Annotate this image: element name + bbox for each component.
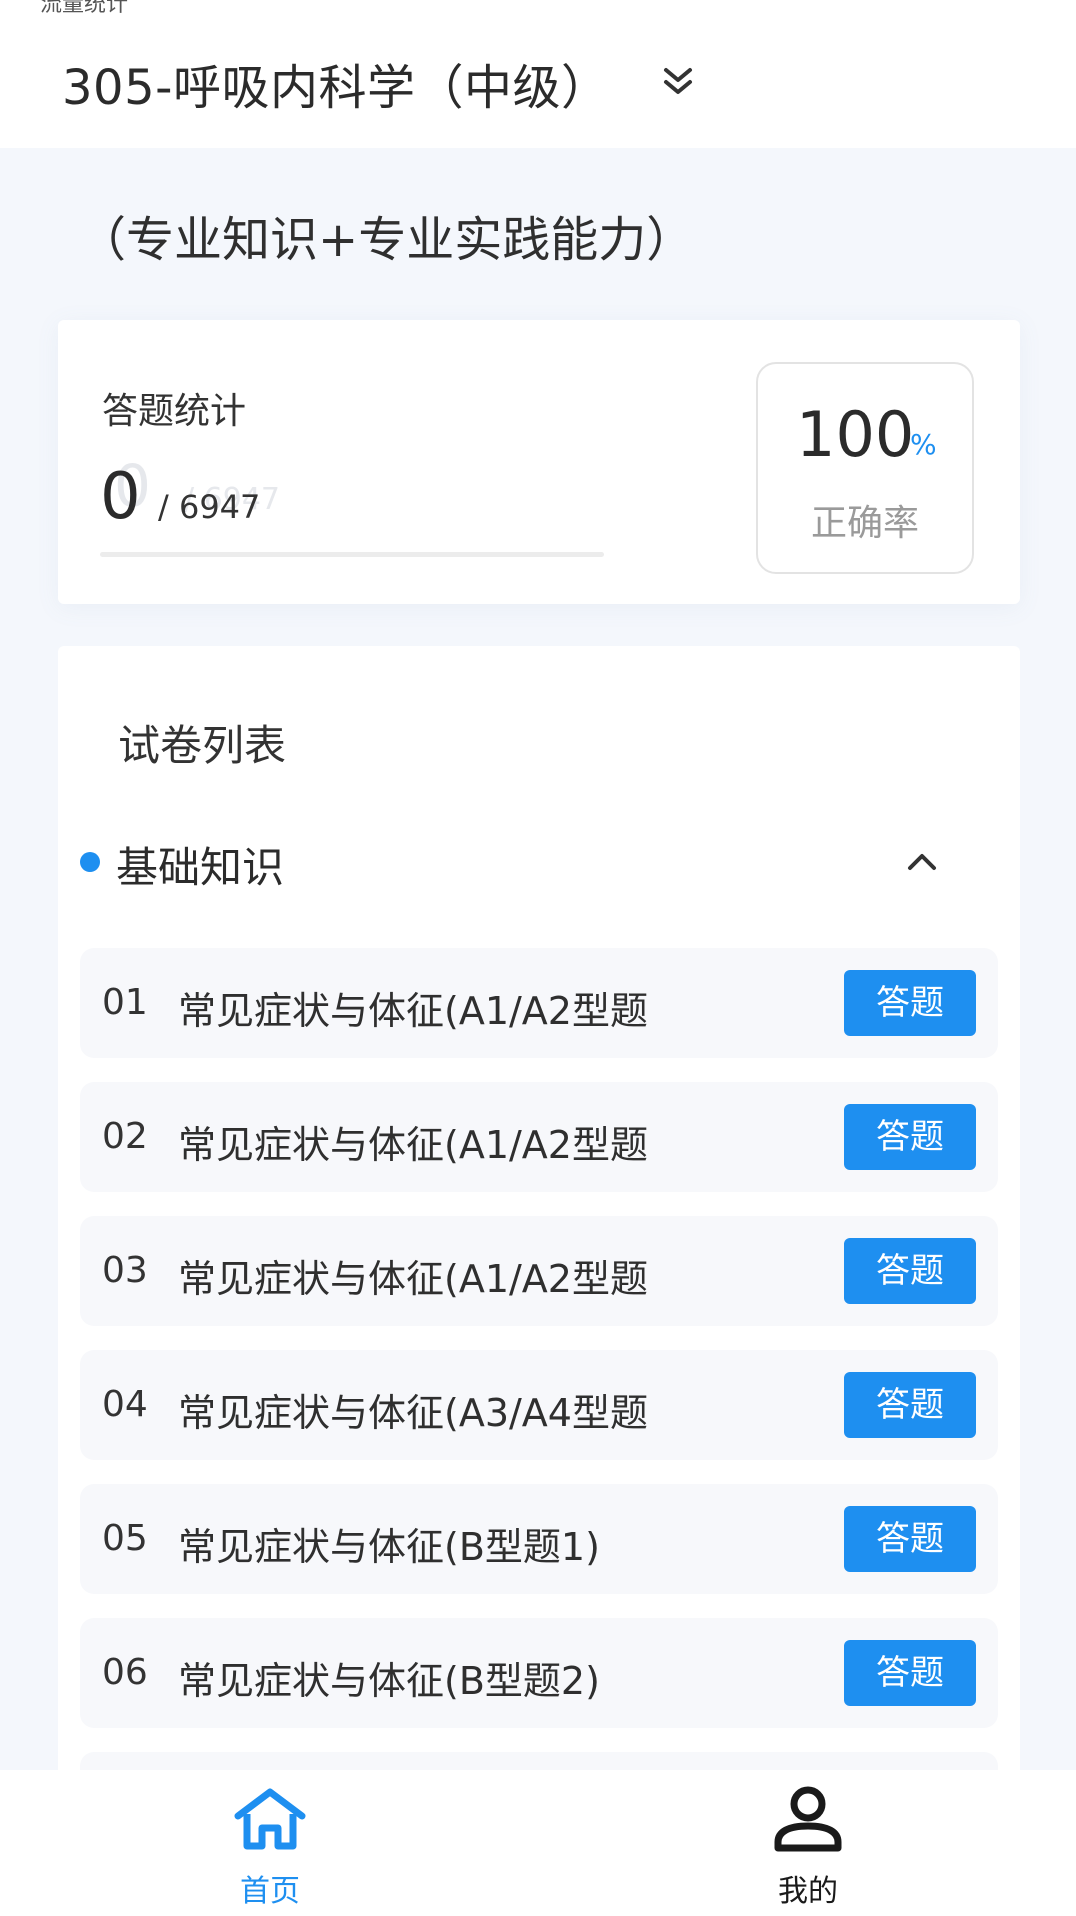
paper-number: 04 [102,1384,148,1425]
answer-button[interactable]: 答题 [844,1238,976,1304]
paper-number: 05 [102,1518,148,1559]
paper-item[interactable]: 04 常见症状与体征(A3/A4型题 答题 [80,1350,998,1460]
answer-button[interactable]: 答题 [844,1640,976,1706]
paper-item[interactable]: 03 常见症状与体征(A1/A2型题 答题 [80,1216,998,1326]
section-header-basic-knowledge[interactable]: 基础知识 [80,832,1000,892]
paper-name: 常见症状与体征(B型题2) [178,1659,600,1703]
paper-item[interactable]: 05 常见症状与体征(B型题1) 答题 [80,1484,998,1594]
section-title: 基础知识 [116,843,285,892]
accuracy-unit: % [910,428,937,461]
nav-mine-label: 我的 [778,1874,838,1909]
exam-subtitle: （专业知识+专业实践能力） [78,212,695,268]
accuracy-label: 正确率 [810,503,919,544]
stats-label: 答题统计 [102,391,247,432]
paper-name: 常见症状与体征(B型题1) [178,1525,600,1569]
home-icon [234,1788,306,1850]
paper-name: 常见症状与体征(A1/A2型题 [178,1123,648,1167]
answer-button[interactable]: 答题 [844,1104,976,1170]
nav-home-label: 首页 [240,1874,300,1909]
chevron-up-icon[interactable] [904,846,940,876]
paper-name: 常见症状与体征(A1/A2型题 [178,989,648,1033]
paper-name: 常见症状与体征(A3/A4型题 [178,1391,648,1435]
top-header: 流量统计 305-呼吸内科学（中级） [0,0,1076,148]
status-fragment: 流量统计 [40,0,129,17]
accuracy-value: 100 [796,398,915,471]
paper-item[interactable]: 01 常见症状与体征(A1/A2型题 答题 [80,948,998,1058]
paper-name: 常见症状与体征(A1/A2型题 [178,1257,648,1301]
paper-number: 01 [102,982,148,1023]
paper-number: 02 [102,1116,148,1157]
answer-button[interactable]: 答题 [844,1506,976,1572]
nav-mine[interactable]: 我的 [728,1786,888,1909]
paper-item[interactable]: 06 常见症状与体征(B型题2) 答题 [80,1618,998,1728]
answer-stats-card: 答题统计 0 / 6947 0 / 6947 100 % 正确率 [58,320,1020,604]
double-chevron-down-icon[interactable] [660,62,696,102]
paper-list-card: 试卷列表 基础知识 01 常见症状与体征(A1/A2型题 答题 02 常见症状与… [58,646,1020,1916]
accuracy-box: 100 % 正确率 [756,362,974,574]
paper-item[interactable]: 02 常见症状与体征(A1/A2型题 答题 [80,1082,998,1192]
answer-button[interactable]: 答题 [844,970,976,1036]
progress-bar [100,552,604,557]
paper-number: 03 [102,1250,148,1291]
bottom-nav: 首页 我的 [0,1770,1076,1916]
answered-count: 0 [100,460,141,534]
user-icon [774,1786,842,1852]
paper-number: 06 [102,1652,148,1693]
subject-title[interactable]: 305-呼吸内科学（中级） [62,48,609,118]
nav-home[interactable]: 首页 [190,1786,350,1909]
total-count: / 6947 [158,488,261,526]
app-screen: 流量统计 305-呼吸内科学（中级） （专业知识+专业实践能力） 答题统计 0 … [0,0,1076,1916]
paper-list-title: 试卷列表 [118,721,287,770]
section-dot [80,852,100,872]
answer-button[interactable]: 答题 [844,1372,976,1438]
